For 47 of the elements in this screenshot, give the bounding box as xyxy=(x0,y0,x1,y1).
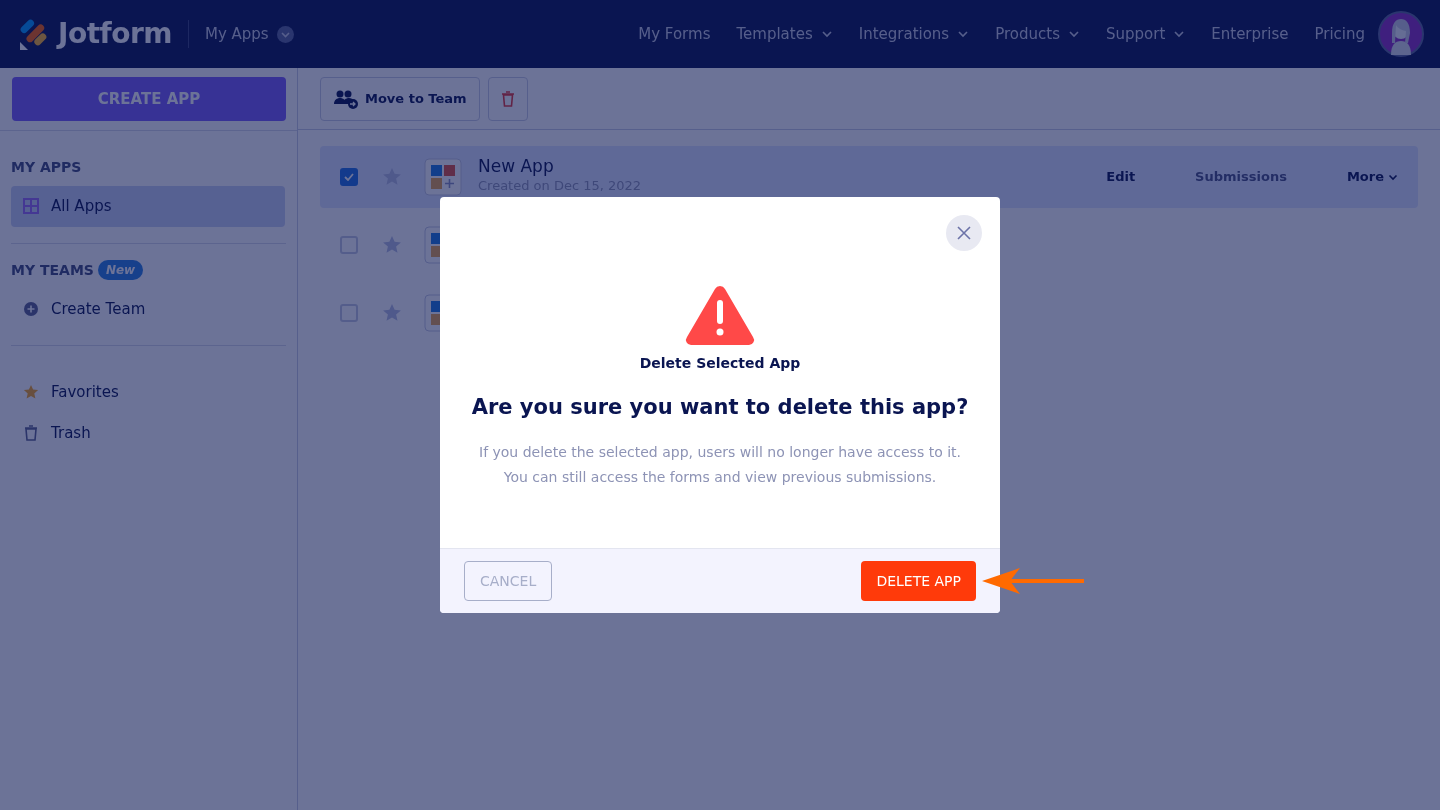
warning-icon xyxy=(685,283,755,345)
plus-circle-icon xyxy=(23,300,39,317)
nav-link[interactable]: Templates xyxy=(723,22,846,46)
trash-icon xyxy=(500,90,515,107)
delete-button[interactable] xyxy=(487,76,528,121)
sidebar-item[interactable]: All Apps xyxy=(11,186,285,227)
move-to-team-button[interactable]: Move to Team xyxy=(320,76,480,121)
app-menu-dropdown[interactable]: My Apps xyxy=(204,22,294,46)
dialog-message: You can still access the forms and view previous submissions. xyxy=(503,467,937,487)
action-link[interactable]: Edit xyxy=(1076,167,1166,187)
sidebar-item[interactable]: Favorites xyxy=(11,372,285,413)
dialog-title: Are you sure you want to delete this app? xyxy=(471,394,969,421)
nav-link[interactable]: Enterprise xyxy=(1198,22,1302,46)
section-heading: MY TEAMS xyxy=(11,260,94,280)
logo-text: Jotform xyxy=(58,16,172,52)
nav-link[interactable]: Support xyxy=(1092,22,1199,46)
new-badge: New xyxy=(97,260,144,280)
cancel-button[interactable]: CANCEL xyxy=(464,561,553,601)
checkbox[interactable] xyxy=(340,168,358,186)
nav-link[interactable]: My Forms xyxy=(625,22,724,46)
delete-app-button[interactable]: DELETE APP xyxy=(861,561,976,601)
close-button[interactable] xyxy=(946,215,982,251)
chevron-icon xyxy=(1388,172,1398,182)
close-icon xyxy=(956,225,972,241)
check-icon xyxy=(344,173,354,181)
star-icon[interactable] xyxy=(382,235,402,255)
section-heading: MY APPS xyxy=(11,158,82,177)
grid-icon xyxy=(23,198,39,215)
people-icon xyxy=(333,88,359,109)
dialog-subtitle: Delete Selected App xyxy=(639,354,801,373)
sidebar-item[interactable]: Trash xyxy=(11,412,285,453)
star-icon xyxy=(23,384,39,401)
chevron-icon xyxy=(276,25,294,43)
avatar-icon[interactable] xyxy=(1378,11,1424,57)
create-app-button[interactable]: CREATE APP xyxy=(12,77,286,121)
nav-link[interactable]: Integrations xyxy=(845,22,983,46)
checkbox[interactable] xyxy=(340,236,358,254)
checkbox[interactable] xyxy=(340,304,358,322)
dialog-message: If you delete the selected app, users will no longer have access to it. xyxy=(479,442,961,462)
action-link[interactable]: More xyxy=(1316,167,1398,187)
nav-link[interactable]: Products xyxy=(982,22,1093,46)
app-name[interactable]: New App xyxy=(478,156,642,176)
sidebar-item[interactable]: Create Team xyxy=(11,288,285,329)
star-icon[interactable] xyxy=(382,303,402,323)
trash-icon xyxy=(23,424,39,441)
action-link[interactable]: Submissions xyxy=(1165,167,1317,187)
nav-link[interactable]: Pricing xyxy=(1301,22,1378,46)
